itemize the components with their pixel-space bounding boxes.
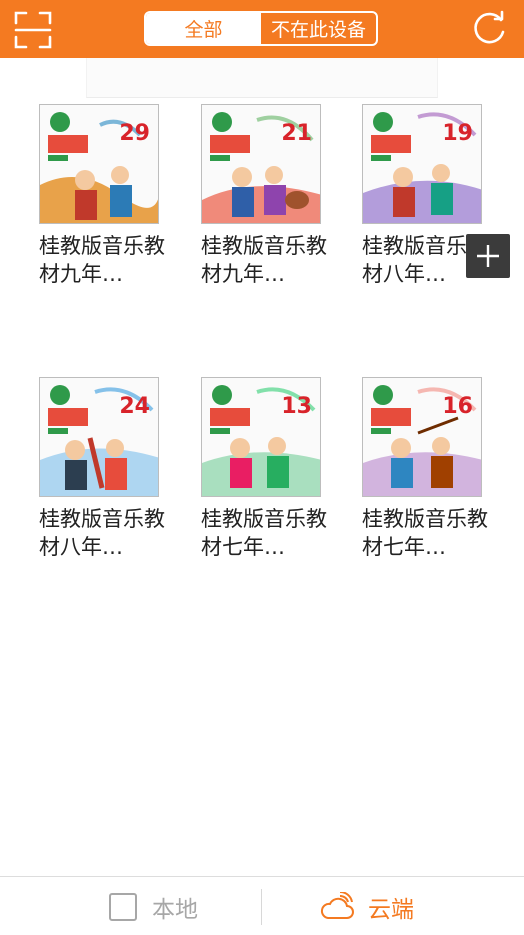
- sub-header-strip: [86, 58, 438, 98]
- add-button[interactable]: [466, 234, 510, 278]
- cover-number: 16: [442, 394, 473, 419]
- cover-number: 13: [281, 394, 312, 419]
- book-title: 桂教版音乐教材七年…: [201, 507, 327, 559]
- refresh-button[interactable]: [470, 10, 508, 48]
- segmented-tabs: 全部 不在此设备: [144, 11, 378, 46]
- cover-number: 24: [119, 394, 150, 419]
- top-bar: 全部 不在此设备: [0, 0, 524, 58]
- square-outline-icon: [109, 892, 137, 921]
- nav-divider: [261, 889, 262, 925]
- plus-icon: [477, 245, 499, 267]
- book-title: 桂教版音乐教材七年…: [362, 507, 488, 559]
- book-cover: 21: [201, 104, 321, 224]
- book-item[interactable]: 29 桂教版音乐教材九年…: [39, 104, 179, 288]
- cover-number: 29: [119, 121, 150, 146]
- book-cover: 19: [362, 104, 482, 224]
- tab-not-on-device[interactable]: 不在此设备: [261, 13, 376, 44]
- book-item[interactable]: 24 桂教版音乐教材八年…: [39, 377, 179, 561]
- cloud-icon: [320, 891, 354, 919]
- nav-local[interactable]: 本地: [108, 877, 198, 935]
- book-item[interactable]: 13 桂教版音乐教材七年…: [201, 377, 341, 561]
- book-cover: 29: [39, 104, 159, 224]
- refresh-icon: [474, 10, 505, 44]
- book-title: 桂教版音乐教材八年…: [39, 507, 165, 559]
- scan-button[interactable]: [14, 11, 52, 49]
- tab-all[interactable]: 全部: [146, 13, 261, 44]
- book-cover: 13: [201, 377, 321, 497]
- cover-number: 19: [442, 121, 473, 146]
- book-title: 桂教版音乐教材九年…: [201, 234, 327, 286]
- book-cover: 24: [39, 377, 159, 497]
- scan-frame-icon: [14, 11, 52, 49]
- book-item[interactable]: 16 桂教版音乐教材七年…: [362, 377, 502, 561]
- bottom-nav: 本地 云端: [0, 876, 524, 935]
- nav-cloud[interactable]: 云端: [320, 877, 414, 935]
- cover-number: 21: [281, 121, 312, 146]
- nav-cloud-label: 云端: [368, 896, 414, 923]
- nav-local-label: 本地: [152, 896, 198, 923]
- book-cover: 16: [362, 377, 482, 497]
- book-item[interactable]: 21 桂教版音乐教材九年…: [201, 104, 341, 288]
- book-title: 桂教版音乐教材九年…: [39, 234, 165, 286]
